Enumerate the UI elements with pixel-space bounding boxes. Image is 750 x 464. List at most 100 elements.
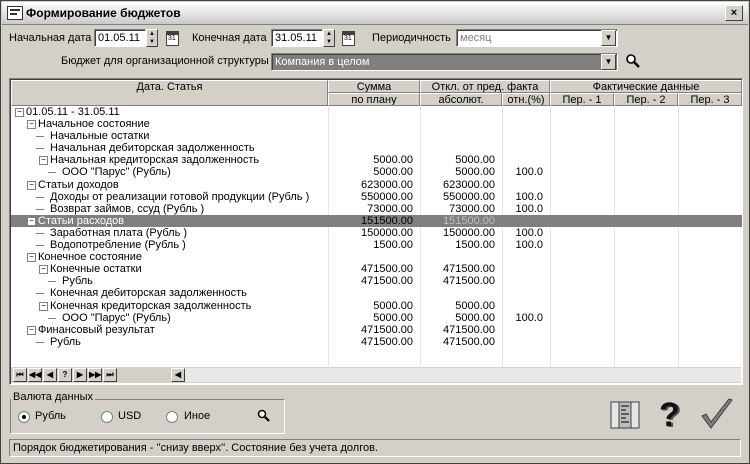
table-row[interactable]: Заработная плата (Рубль ) 150000.00 150000…: [11, 227, 742, 239]
currency-group-label: Валюта данных: [11, 391, 96, 403]
row-name: Статьи доходов: [38, 178, 119, 191]
table-row[interactable]: Водопотребление (Рубль ) 1500.00 1500.00 10…: [11, 239, 742, 251]
cell-plan: 5000.00: [373, 311, 413, 324]
header-deviation[interactable]: Откл. от пред. факта: [420, 80, 550, 93]
svg-text:?: ?: [659, 396, 680, 432]
row-name: Конечные остатки: [50, 263, 142, 276]
tree-collapse-icon[interactable]: −: [27, 253, 36, 263]
table-row[interactable]: Доходы от реализации готовой продукции (…: [11, 191, 742, 203]
scroll-left-icon[interactable]: ◀: [171, 368, 185, 382]
tree-collapse-icon[interactable]: −: [27, 120, 36, 130]
table-row[interactable]: − Начальная кредиторская задолженность 500…: [11, 154, 742, 166]
row-name: Доходы от реализации готовой продукции (…: [50, 190, 310, 203]
table-row[interactable]: Начальная дебиторская задолженность: [11, 142, 742, 154]
start-date-spinner[interactable]: ▲ ▼: [146, 29, 158, 47]
help-question-icon[interactable]: ? ?: [653, 396, 689, 432]
radio-other[interactable]: [166, 411, 178, 423]
cell-abs: 5000.00: [455, 299, 495, 312]
spin-up-icon[interactable]: ▲: [324, 30, 334, 38]
header-date-item[interactable]: Дата. Статья: [11, 80, 328, 106]
cell-plan: 550000.00: [361, 190, 413, 203]
table-row[interactable]: −01.05.11 - 31.05.11: [11, 106, 742, 118]
ruler-icon[interactable]: [607, 396, 643, 432]
tree-collapse-icon[interactable]: −: [27, 180, 36, 190]
cell-plan: 5000.00: [373, 299, 413, 312]
table-row[interactable]: Возврат займов, ссуд (Рубль ) 73000.00 730…: [11, 203, 742, 215]
radio-other-label[interactable]: Иное: [184, 410, 210, 422]
header-deviation-rel[interactable]: отн.(%): [502, 93, 550, 106]
prev-record-icon[interactable]: ◀: [43, 368, 57, 382]
end-calendar-icon[interactable]: [342, 31, 355, 46]
header-period-1[interactable]: Пер. - 1: [550, 93, 614, 106]
table-row[interactable]: − Конечная кредиторская задолженность 5000…: [11, 300, 742, 312]
tree-collapse-icon[interactable]: −: [39, 265, 48, 275]
tree-collapse-icon[interactable]: −: [27, 216, 36, 226]
table-row[interactable]: Конечная дебиторская задолженность: [11, 287, 742, 299]
chevron-down-icon[interactable]: ▼: [601, 30, 616, 46]
table-row[interactable]: − Начальное состояние: [11, 118, 742, 130]
budget-structure-select[interactable]: Компания в целом: [271, 53, 618, 71]
row-name: Начальные остатки: [50, 130, 150, 143]
row-name: 01.05.11 - 31.05.11: [26, 106, 120, 118]
radio-usd-label[interactable]: USD: [118, 410, 141, 422]
close-button[interactable]: ×: [725, 5, 743, 21]
table-row[interactable]: ООО "Парус" (Рубль) 5000.00 5000.00 100.0: [11, 312, 742, 324]
currency-search-icon[interactable]: [257, 409, 271, 423]
start-date-field[interactable]: 01.05.11: [94, 29, 146, 47]
cell-abs: 471500.00: [443, 323, 495, 336]
tree-collapse-icon[interactable]: −: [15, 108, 24, 117]
tree-collapse-icon[interactable]: −: [39, 301, 48, 311]
period-select[interactable]: месяц: [456, 29, 618, 47]
radio-rub[interactable]: [18, 411, 30, 423]
cell-plan: 5000.00: [373, 154, 413, 167]
end-date-field[interactable]: 31.05.11: [271, 29, 323, 47]
spin-down-icon[interactable]: ▼: [324, 38, 334, 46]
row-name: Конечная кредиторская задолженность: [50, 299, 252, 312]
end-date-spinner[interactable]: ▲ ▼: [323, 29, 335, 47]
cell-rel: 100.0: [515, 202, 543, 215]
chevron-down-icon[interactable]: ▼: [601, 54, 616, 70]
cell-abs: 471500.00: [443, 335, 495, 348]
spin-up-icon[interactable]: ▲: [147, 30, 157, 38]
table-row[interactable]: Начальные остатки: [11, 130, 742, 142]
header-fact[interactable]: Фактические данные: [550, 80, 742, 93]
table-row[interactable]: − Финансовый результат 471500.00 471500.00: [11, 324, 742, 336]
tree-connector: [36, 293, 44, 295]
search-icon[interactable]: [625, 53, 641, 69]
header-sum[interactable]: Сумма: [328, 80, 420, 93]
table-row[interactable]: − Статьи доходов 623000.00 623000.00: [11, 179, 742, 191]
cell-rel: 100.0: [515, 239, 543, 252]
first-record-icon[interactable]: ⏮: [13, 368, 27, 382]
row-name: Конечное состояние: [38, 251, 143, 264]
table-row[interactable]: − Статьи расходов 151500.00 151500.00: [11, 214, 742, 227]
cell-plan: 471500.00: [361, 323, 413, 336]
next-record-icon[interactable]: ▶: [73, 368, 87, 382]
prev-page-icon[interactable]: ◀◀: [28, 368, 42, 382]
cell-rel: 100.0: [515, 190, 543, 203]
cell-plan: 471500.00: [361, 275, 413, 288]
header-deviation-abs[interactable]: абсолют.: [420, 93, 502, 106]
spin-down-icon[interactable]: ▼: [147, 38, 157, 46]
header-sum-plan[interactable]: по плану: [328, 93, 420, 106]
start-calendar-icon[interactable]: [166, 31, 179, 46]
header-period-2[interactable]: Пер. - 2: [614, 93, 678, 106]
table-row[interactable]: Рубль 471500.00 471500.00: [11, 275, 742, 287]
tree-collapse-icon[interactable]: −: [39, 156, 48, 166]
row-name: ООО "Парус" (Рубль): [62, 166, 171, 179]
ok-checkmark-icon[interactable]: [699, 396, 735, 432]
last-record-icon[interactable]: ⏭: [103, 368, 117, 382]
radio-usd[interactable]: [101, 411, 113, 423]
table-row[interactable]: ООО "Парус" (Рубль) 5000.00 5000.00 100.0: [11, 166, 742, 178]
tree-connector: [48, 281, 56, 283]
header-period-3[interactable]: Пер. - 3: [678, 93, 742, 106]
tree-collapse-icon[interactable]: −: [27, 325, 36, 335]
table-row[interactable]: − Конечное состояние: [11, 251, 742, 263]
cell-abs: 623000.00: [443, 178, 495, 191]
radio-rub-label[interactable]: Рубль: [35, 410, 66, 422]
table-row[interactable]: Рубль 471500.00 471500.00: [11, 336, 742, 348]
table-row[interactable]: − Конечные остатки 471500.00 471500.00: [11, 263, 742, 275]
help-button[interactable]: ?: [58, 368, 72, 382]
tree-connector: [36, 245, 44, 247]
next-page-icon[interactable]: ▶▶: [88, 368, 102, 382]
horizontal-scrollbar[interactable]: ◀: [171, 368, 741, 382]
